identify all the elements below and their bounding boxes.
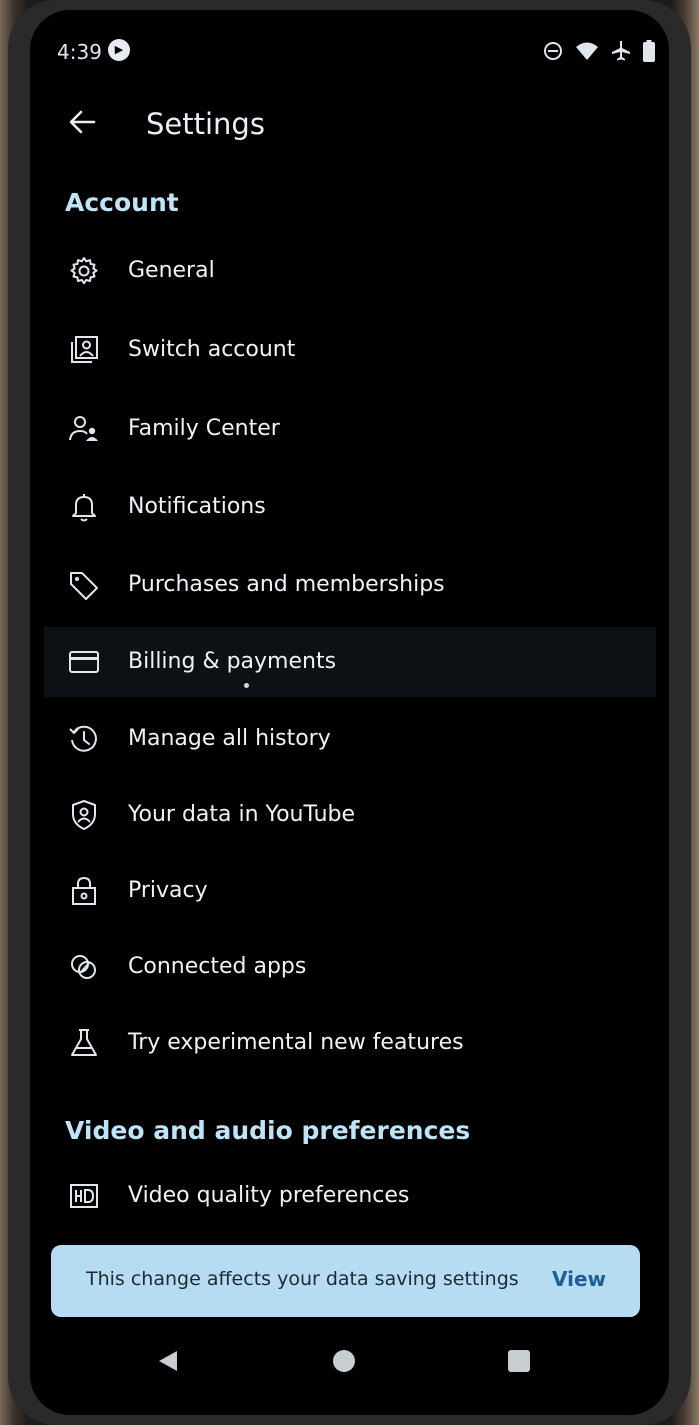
setting-item-experimental[interactable]: Try experimental new features [44, 1008, 656, 1078]
setting-label: Notifications [128, 494, 266, 519]
app-notification-icon: ▶ [108, 39, 130, 61]
setting-label: Family Center [128, 416, 280, 441]
wifi-icon [575, 41, 599, 65]
airplane-mode-icon [611, 40, 631, 66]
snackbar: This change affects your data saving set… [51, 1245, 640, 1317]
setting-item-privacy[interactable]: Privacy [44, 856, 656, 926]
setting-item-general[interactable]: General [44, 236, 656, 306]
status-icons [543, 40, 655, 66]
switch-account-icon [71, 336, 98, 363]
setting-item-family-center[interactable]: Family Center [44, 394, 656, 464]
focus-indicator [244, 683, 249, 688]
top-app-bar: Settings [30, 92, 669, 162]
setting-label: Try experimental new features [128, 1030, 464, 1055]
connected-apps-icon [71, 955, 96, 979]
setting-label: General [128, 258, 215, 283]
section-header-account: Account [65, 188, 179, 217]
setting-item-notifications[interactable]: Notifications [44, 472, 656, 542]
section-header-video-audio: Video and audio preferences [65, 1116, 471, 1145]
setting-label: Video quality preferences [128, 1183, 410, 1208]
tag-icon [70, 572, 98, 600]
setting-item-manage-history[interactable]: Manage all history [44, 704, 656, 774]
snackbar-message: This change affects your data saving set… [86, 1268, 519, 1290]
battery-icon [643, 40, 655, 66]
family-icon [69, 416, 98, 441]
setting-label: Billing & payments [128, 649, 337, 674]
hd-icon [70, 1184, 98, 1208]
page-title: Settings [146, 107, 265, 141]
status-time: 4:39 [57, 40, 102, 64]
nav-home-icon[interactable] [333, 1350, 355, 1372]
setting-item-connected-apps[interactable]: Connected apps [44, 932, 656, 1002]
setting-item-billing[interactable]: Billing & payments [44, 627, 656, 697]
flask-icon [71, 1029, 97, 1056]
back-button[interactable] [60, 100, 104, 144]
bell-icon [72, 494, 96, 522]
setting-label: Connected apps [128, 954, 307, 979]
do-not-disturb-icon [543, 41, 563, 65]
history-icon [69, 725, 97, 752]
setting-label: Your data in YouTube [128, 802, 356, 827]
setting-label: Purchases and memberships [128, 572, 445, 597]
lock-icon [72, 876, 96, 905]
system-navigation-bar [30, 1330, 669, 1410]
gear-icon [70, 257, 98, 285]
credit-card-icon [69, 651, 99, 673]
shield-user-icon [72, 800, 96, 830]
setting-item-video-quality[interactable]: Video quality preferences [44, 1161, 656, 1231]
setting-item-purchases[interactable]: Purchases and memberships [44, 550, 656, 620]
setting-item-your-data[interactable]: Your data in YouTube [44, 780, 656, 850]
arrow-left-icon [69, 110, 96, 134]
setting-label: Switch account [128, 337, 296, 362]
setting-item-switch-account[interactable]: Switch account [44, 315, 656, 385]
setting-label: Privacy [128, 878, 208, 903]
nav-recents-icon[interactable] [508, 1350, 530, 1372]
nav-back-icon[interactable] [156, 1349, 180, 1373]
setting-label: Manage all history [128, 726, 331, 751]
phone-screen: 4:39 ▶ Settings Account General Switch a… [30, 10, 669, 1415]
status-bar: 4:39 ▶ [30, 10, 669, 90]
snackbar-view-button[interactable]: View [552, 1267, 606, 1291]
